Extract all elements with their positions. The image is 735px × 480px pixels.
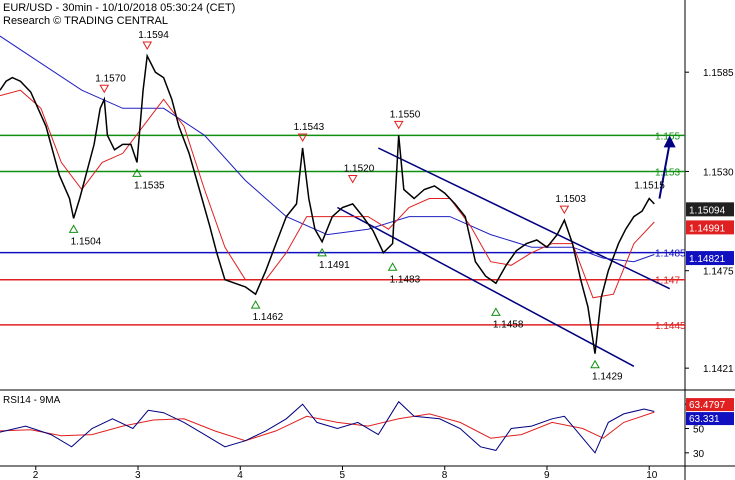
low-marker <box>387 262 398 271</box>
chart-header-source: Research © TRADING CENTRAL <box>3 15 168 27</box>
chart-header-title: EUR/USD - 30min - 10/10/2018 05:30:24 (C… <box>3 2 236 14</box>
price-label: 1.1515 <box>634 181 665 192</box>
high-label: 1.1503 <box>555 194 586 205</box>
channel-upper-line <box>377 147 671 290</box>
high-marker <box>99 84 110 94</box>
current-price-value: 1.15094 <box>689 205 726 216</box>
rsi-tick-label: 50 <box>693 425 705 436</box>
low-label: 1.1429 <box>592 372 623 383</box>
x-tick-label: 8 <box>442 470 448 480</box>
low-marker <box>68 224 79 233</box>
low-label: 1.1504 <box>71 236 102 247</box>
y-tick-label: 1.1530 <box>703 167 734 178</box>
x-tick-label: 3 <box>135 470 141 480</box>
high-marker <box>559 205 570 215</box>
high-label: 1.1543 <box>294 122 325 133</box>
level-label-pivot: 1.1485 <box>655 249 686 260</box>
channel-lower-line <box>337 206 635 367</box>
y-tick-label: 1.1421 <box>703 364 734 375</box>
x-tick-label: 2 <box>33 470 39 480</box>
high-label: 1.1594 <box>138 30 169 41</box>
x-tick-label: 5 <box>340 470 346 480</box>
x-tick-label: 9 <box>544 470 550 480</box>
low-label: 1.1462 <box>253 312 284 323</box>
rsi-line <box>0 400 655 454</box>
rsi-moving-average <box>0 411 655 442</box>
current-price-value: 1.14821 <box>689 254 726 265</box>
low-marker <box>490 307 501 316</box>
rsi-ma-value: 63.4797 <box>689 400 726 411</box>
high-marker <box>347 174 358 184</box>
y-tick-label: 1.1585 <box>703 68 734 79</box>
rsi-value: 63.331 <box>689 414 720 425</box>
high-marker <box>142 41 153 50</box>
x-tick-label: 4 <box>237 470 243 480</box>
high-marker <box>393 120 404 130</box>
x-tick-label: 10 <box>646 470 658 480</box>
high-label: 1.1520 <box>344 163 375 174</box>
rsi-tick-label: 30 <box>693 449 705 460</box>
low-marker <box>132 168 142 177</box>
level-label-support: 1.1445 <box>655 321 686 332</box>
low-label: 1.1535 <box>134 180 165 191</box>
level-label-support: 1.147 <box>655 276 680 287</box>
low-marker <box>250 300 261 309</box>
low-label: 1.1491 <box>319 260 350 271</box>
high-label: 1.1550 <box>390 109 421 120</box>
current-price-value: 1.14991 <box>689 223 726 234</box>
price-chart: 1.15851.15301.14751.14212 3 4 5 8 9 101.1551.1… <box>0 0 735 480</box>
level-label-resistance: 1.153 <box>655 167 680 178</box>
low-label: 1.1458 <box>493 319 524 330</box>
rsi-panel-title: RSI14 - 9MA <box>3 395 61 406</box>
low-marker <box>590 359 600 369</box>
low-label: 1.1483 <box>390 274 421 285</box>
high-label: 1.1570 <box>95 73 126 84</box>
y-tick-label: 1.1475 <box>703 267 734 278</box>
